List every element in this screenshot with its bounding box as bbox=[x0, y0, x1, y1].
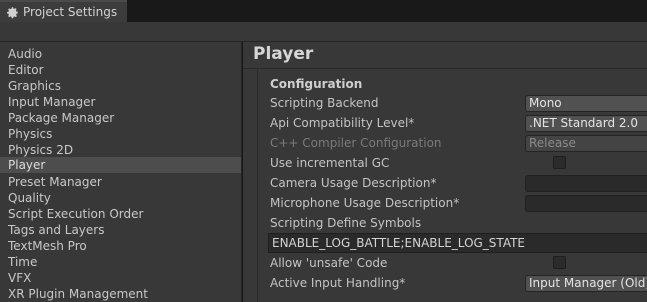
sidebar-item-editor[interactable]: Editor bbox=[0, 62, 241, 78]
row-camera-usage: Camera Usage Description* bbox=[270, 174, 647, 192]
microphone-usage-label: Microphone Usage Description* bbox=[270, 196, 460, 210]
foldout-indent-line bbox=[257, 69, 258, 302]
settings-sidebar: Audio Editor Graphics Input Manager Pack… bbox=[0, 42, 242, 302]
camera-usage-field[interactable] bbox=[525, 175, 647, 192]
sidebar-item-physics[interactable]: Physics bbox=[0, 126, 241, 142]
cpp-compiler-dropdown: Release bbox=[525, 135, 647, 152]
sidebar-item-player[interactable]: Player bbox=[0, 157, 241, 173]
sidebar-item-physics-2d[interactable]: Physics 2D bbox=[0, 142, 241, 158]
microphone-usage-field[interactable] bbox=[525, 195, 647, 212]
allow-unsafe-label: Allow 'unsafe' Code bbox=[270, 256, 388, 270]
incremental-gc-checkbox[interactable] bbox=[553, 156, 566, 169]
sidebar-item-time[interactable]: Time bbox=[0, 254, 241, 270]
row-define-symbols: Scripting Define Symbols bbox=[270, 214, 647, 232]
gear-icon bbox=[6, 6, 19, 19]
scripting-backend-label: Scripting Backend bbox=[270, 96, 379, 110]
page-title: Player bbox=[253, 44, 314, 64]
sidebar-item-tags-and-layers[interactable]: Tags and Layers bbox=[0, 222, 241, 238]
row-allow-unsafe: Allow 'unsafe' Code bbox=[270, 254, 647, 272]
allow-unsafe-checkbox[interactable] bbox=[553, 256, 566, 269]
sidebar-item-audio[interactable]: Audio bbox=[0, 46, 241, 62]
scripting-backend-dropdown[interactable]: Mono bbox=[525, 95, 647, 112]
input-handling-label: Active Input Handling* bbox=[270, 276, 406, 290]
sidebar-item-xr-plugin-management[interactable]: XR Plugin Management bbox=[0, 286, 241, 302]
define-symbols-field[interactable]: ENABLE_LOG_BATTLE;ENABLE_LOG_STATE bbox=[268, 233, 647, 253]
sidebar-item-vfx[interactable]: VFX bbox=[0, 270, 241, 286]
row-input-handling: Active Input Handling* Input Manager (Ol… bbox=[270, 274, 647, 292]
sidebar-item-graphics[interactable]: Graphics bbox=[0, 78, 241, 94]
tab-project-settings[interactable]: Project Settings bbox=[0, 0, 127, 22]
cpp-compiler-label: C++ Compiler Configuration bbox=[270, 136, 442, 150]
row-microphone-usage: Microphone Usage Description* bbox=[270, 194, 647, 212]
camera-usage-label: Camera Usage Description* bbox=[270, 176, 437, 190]
api-compatibility-label: Api Compatibility Level* bbox=[270, 116, 415, 130]
row-incremental-gc: Use incremental GC bbox=[270, 154, 647, 172]
row-scripting-backend: Scripting Backend Mono bbox=[270, 94, 647, 112]
sidebar-item-package-manager[interactable]: Package Manager bbox=[0, 110, 241, 126]
input-handling-dropdown[interactable]: Input Manager (Old) bbox=[525, 275, 647, 292]
api-compatibility-dropdown[interactable]: .NET Standard 2.0 bbox=[525, 115, 647, 132]
inspector-panel: Player Configuration Scripting Backend M… bbox=[243, 42, 647, 302]
sidebar-item-script-execution-order[interactable]: Script Execution Order bbox=[0, 206, 241, 222]
title-divider bbox=[243, 68, 647, 69]
sidebar-item-quality[interactable]: Quality bbox=[0, 190, 241, 206]
row-cpp-compiler: C++ Compiler Configuration Release bbox=[270, 134, 647, 152]
sidebar-item-textmesh-pro[interactable]: TextMesh Pro bbox=[0, 238, 241, 254]
toolbar-strip bbox=[0, 22, 647, 42]
section-header-configuration: Configuration bbox=[270, 77, 363, 91]
window-title-bar: Project Settings bbox=[0, 0, 647, 22]
row-api-compatibility: Api Compatibility Level* .NET Standard 2… bbox=[270, 114, 647, 132]
sidebar-item-input-manager[interactable]: Input Manager bbox=[0, 94, 241, 110]
incremental-gc-label: Use incremental GC bbox=[270, 156, 390, 170]
sidebar-item-preset-manager[interactable]: Preset Manager bbox=[0, 174, 241, 190]
define-symbols-label: Scripting Define Symbols bbox=[270, 216, 422, 230]
tab-title: Project Settings bbox=[23, 5, 118, 19]
